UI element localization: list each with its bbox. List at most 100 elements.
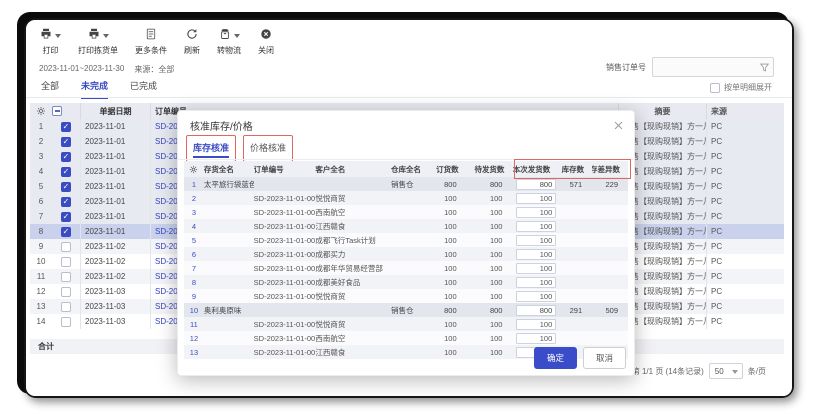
col-header-warehouse[interactable]: 仓库全名 — [391, 161, 425, 177]
row-checkbox[interactable] — [61, 182, 71, 192]
select-all-checkbox[interactable] — [52, 106, 62, 116]
gear-icon[interactable] — [184, 161, 204, 177]
row-checkbox[interactable] — [61, 302, 71, 312]
modal-footer: 确定 取消 — [534, 347, 626, 369]
ship-qty-input[interactable]: 100 — [516, 319, 556, 330]
page-size-select[interactable]: 50 — [709, 363, 743, 379]
customer-cell: 西南航空 — [315, 205, 391, 219]
stock-diff-cell — [592, 205, 628, 219]
stock-diff-cell — [592, 275, 628, 289]
row-number: 8 — [30, 224, 52, 239]
doc-date-cell: 2023-11-01 — [80, 194, 150, 209]
stock-qty-cell — [558, 289, 592, 303]
row-checkbox[interactable] — [61, 152, 71, 162]
ship-qty-input[interactable]: 100 — [516, 263, 556, 274]
ordered-qty-cell: 100 — [425, 219, 467, 233]
col-header-ship[interactable]: 本次发货数 — [512, 161, 558, 177]
ship-qty-input[interactable]: 100 — [516, 333, 556, 344]
col-header-order[interactable]: 订单编号 — [254, 161, 316, 177]
printer-icon — [40, 27, 52, 45]
row-checkbox[interactable] — [61, 227, 71, 237]
approve-table-row[interactable]: 11 SD-2023-11-01-00025 悦悦商贸 100 100 100 — [184, 317, 628, 331]
tab-finished[interactable]: 已完成 — [130, 79, 157, 99]
pending-qty-cell: 800 — [467, 303, 513, 317]
col-header-customer[interactable]: 客户全名 — [315, 161, 391, 177]
approve-table-row[interactable]: 1 太平旅行袋蓝色 销售仓 800 800 800 571 229 — [184, 177, 628, 191]
checkbox-icon[interactable] — [710, 83, 720, 93]
tab-all[interactable]: 全部 — [41, 79, 59, 99]
more-conditions-button[interactable]: 更多条件 — [135, 29, 167, 56]
approve-table-row[interactable]: 5 SD-2023-11-01-00028 成都飞行Task计划 100 100… — [184, 233, 628, 247]
ordered-qty-cell: 100 — [425, 345, 467, 359]
row-checkbox[interactable] — [61, 317, 71, 327]
chevron-down-icon[interactable] — [55, 34, 61, 38]
ship-qty-input[interactable]: 100 — [516, 207, 556, 218]
row-checkbox[interactable] — [61, 272, 71, 282]
ship-qty-input[interactable]: 800 — [516, 305, 556, 316]
row-checkbox[interactable] — [61, 122, 71, 132]
approve-table-row[interactable]: 6 SD-2023-11-01-00029 成都买力 100 100 100 — [184, 247, 628, 261]
row-checkbox[interactable] — [61, 137, 71, 147]
ship-qty-input[interactable]: 800 — [516, 179, 556, 190]
approve-table-row[interactable]: 4 SD-2023-11-01-00027 江西赣食 100 100 100 — [184, 219, 628, 233]
ship-qty-input[interactable]: 100 — [516, 277, 556, 288]
ship-qty-input[interactable]: 100 — [516, 291, 556, 302]
print-button[interactable]: 打印 — [40, 29, 61, 56]
ordered-qty-cell: 800 — [425, 303, 467, 317]
refresh-button[interactable]: 刷新 — [184, 29, 200, 56]
stock-qty-cell — [558, 205, 592, 219]
row-number: 14 — [30, 314, 52, 329]
chevron-down-icon[interactable] — [103, 34, 109, 38]
tab-unfinished[interactable]: 未完成 — [81, 79, 108, 99]
row-checkbox[interactable] — [61, 167, 71, 177]
approve-table-row[interactable]: 8 SD-2023-11-01-00031 成都美好食品 100 100 100 — [184, 275, 628, 289]
row-checkbox[interactable] — [61, 287, 71, 297]
col-header-source[interactable]: 来源 — [706, 103, 756, 119]
approve-table-row[interactable]: 2 SD-2023-11-01-00025 悦悦商贸 100 100 100 — [184, 191, 628, 205]
approve-table-row[interactable]: 12 SD-2023-11-01-00026 西南航空 100 100 100 — [184, 331, 628, 345]
stock-diff-cell — [592, 191, 628, 205]
customer-cell: 江西赣食 — [315, 345, 391, 359]
col-header-date[interactable]: 单据日期 — [80, 103, 150, 119]
col-header-ordered[interactable]: 订货数 — [425, 161, 467, 177]
ordered-qty-cell: 100 — [425, 205, 467, 219]
cancel-button[interactable]: 取消 — [583, 347, 626, 369]
ship-qty-input[interactable]: 100 — [516, 249, 556, 260]
customer-cell: 成都飞行Task计划 — [315, 233, 391, 247]
col-header-pending[interactable]: 待发货数 — [467, 161, 513, 177]
confirm-button[interactable]: 确定 — [534, 347, 577, 369]
expand-by-detail-label: 按单明细展开 — [724, 82, 772, 93]
tab-price-approve[interactable]: 价格核准 — [250, 141, 286, 156]
item-cell — [204, 331, 254, 345]
approve-table-row[interactable]: 10 奥利奥原味 销售仓 800 800 800 291 509 — [184, 303, 628, 317]
chevron-down-icon[interactable] — [234, 34, 240, 38]
print-picking-list-button[interactable]: 打印拣货单 — [78, 29, 118, 56]
ship-qty-input[interactable]: 100 — [516, 221, 556, 232]
source-cell: PC — [706, 254, 756, 269]
app-window: 打印 打印拣货单 更多条件 刷新 转物流 关闭 2023-11-01~2023-… — [24, 18, 794, 398]
row-number: 12 — [184, 331, 204, 345]
tab-stock-approve[interactable]: 库存核准 — [193, 141, 229, 158]
col-header-item[interactable]: 存货全名 — [204, 161, 254, 177]
doc-date-cell: 2023-11-03 — [80, 314, 150, 329]
approve-table-row[interactable]: 3 SD-2023-11-01-00026 西南航空 100 100 100 — [184, 205, 628, 219]
modal-close-icon[interactable] — [613, 118, 624, 129]
stock-qty-cell — [558, 191, 592, 205]
expand-by-detail-checkbox[interactable]: 按单明细展开 — [710, 82, 772, 93]
ship-qty-input[interactable]: 100 — [516, 235, 556, 246]
row-checkbox[interactable] — [61, 257, 71, 267]
approve-table-row[interactable]: 9 SD-2023-11-01-00032 悦悦商贸 100 100 100 — [184, 289, 628, 303]
close-button[interactable]: 关闭 — [258, 29, 274, 56]
row-number: 11 — [30, 269, 52, 284]
order-no-input[interactable] — [652, 57, 774, 77]
approve-table-row[interactable]: 7 SD-2023-11-01-00030 成都年华贸易经营部 100 100 … — [184, 261, 628, 275]
row-checkbox[interactable] — [61, 242, 71, 252]
gear-icon[interactable] — [30, 103, 52, 119]
row-checkbox[interactable] — [61, 212, 71, 222]
ship-qty-input[interactable]: 100 — [516, 193, 556, 204]
row-number: 7 — [184, 261, 204, 275]
to-logistics-button[interactable]: 转物流 — [217, 29, 241, 56]
row-checkbox[interactable] — [61, 197, 71, 207]
col-header-diff[interactable]: 库存差异数 — [592, 161, 628, 177]
col-header-stock[interactable]: 库存数 — [558, 161, 592, 177]
